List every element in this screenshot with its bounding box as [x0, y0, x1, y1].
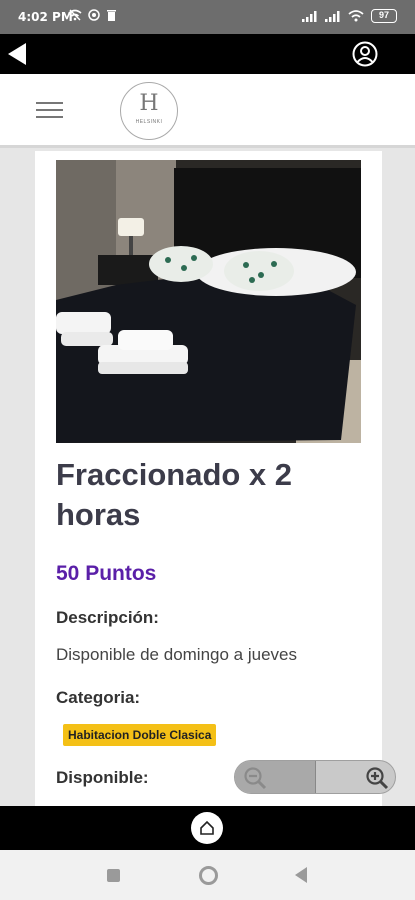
- room-photo: [56, 160, 361, 443]
- logo-brand: HELSINKI: [135, 119, 163, 125]
- zoom-out-button[interactable]: [235, 761, 315, 793]
- zoom-out-icon: [244, 767, 267, 790]
- category-badge: Habitacion Doble Clasica: [63, 724, 217, 746]
- back-triangle-icon[interactable]: [295, 867, 307, 883]
- logo-letter: H: [139, 91, 159, 116]
- zoom-control: [234, 760, 396, 794]
- battery-icon: 97: [371, 9, 397, 23]
- zoom-in-button[interactable]: [316, 761, 395, 793]
- home-icon: [200, 820, 214, 835]
- back-arrow-icon: [8, 43, 26, 65]
- brand-logo[interactable]: H HELSINKI: [120, 82, 178, 140]
- product-points: 50 Puntos: [56, 562, 157, 585]
- bottom-bar: [0, 806, 415, 850]
- system-nav-bar: [0, 850, 415, 900]
- app-bar: [0, 34, 415, 74]
- status-time: 4:02 PM: [18, 10, 73, 24]
- zoom-in-icon: [366, 767, 389, 790]
- status-bar: 4:02 PM 97: [0, 0, 415, 34]
- description-label: Descripción:: [56, 608, 159, 627]
- home-circle-icon[interactable]: [199, 866, 218, 885]
- hamburger-menu-icon[interactable]: [36, 102, 63, 122]
- available-label: Disponible:: [56, 768, 149, 787]
- category-label: Categoria:: [56, 688, 141, 707]
- recents-icon[interactable]: [107, 869, 120, 882]
- trash-icon: [107, 10, 116, 21]
- wifi-off-icon: [68, 9, 82, 21]
- description-text: Disponible de domingo a jueves: [56, 645, 297, 664]
- signal-icon: [302, 11, 317, 22]
- signal-icon: [325, 11, 340, 22]
- settings-icon: [88, 9, 100, 21]
- account-circle-icon: [352, 41, 378, 67]
- home-button[interactable]: [191, 812, 223, 844]
- wifi-icon: [348, 10, 364, 22]
- header: H HELSINKI: [0, 74, 415, 148]
- back-button[interactable]: [4, 40, 32, 68]
- product-title: Fraccionado x 2 horas: [56, 457, 293, 532]
- account-button[interactable]: [351, 40, 379, 68]
